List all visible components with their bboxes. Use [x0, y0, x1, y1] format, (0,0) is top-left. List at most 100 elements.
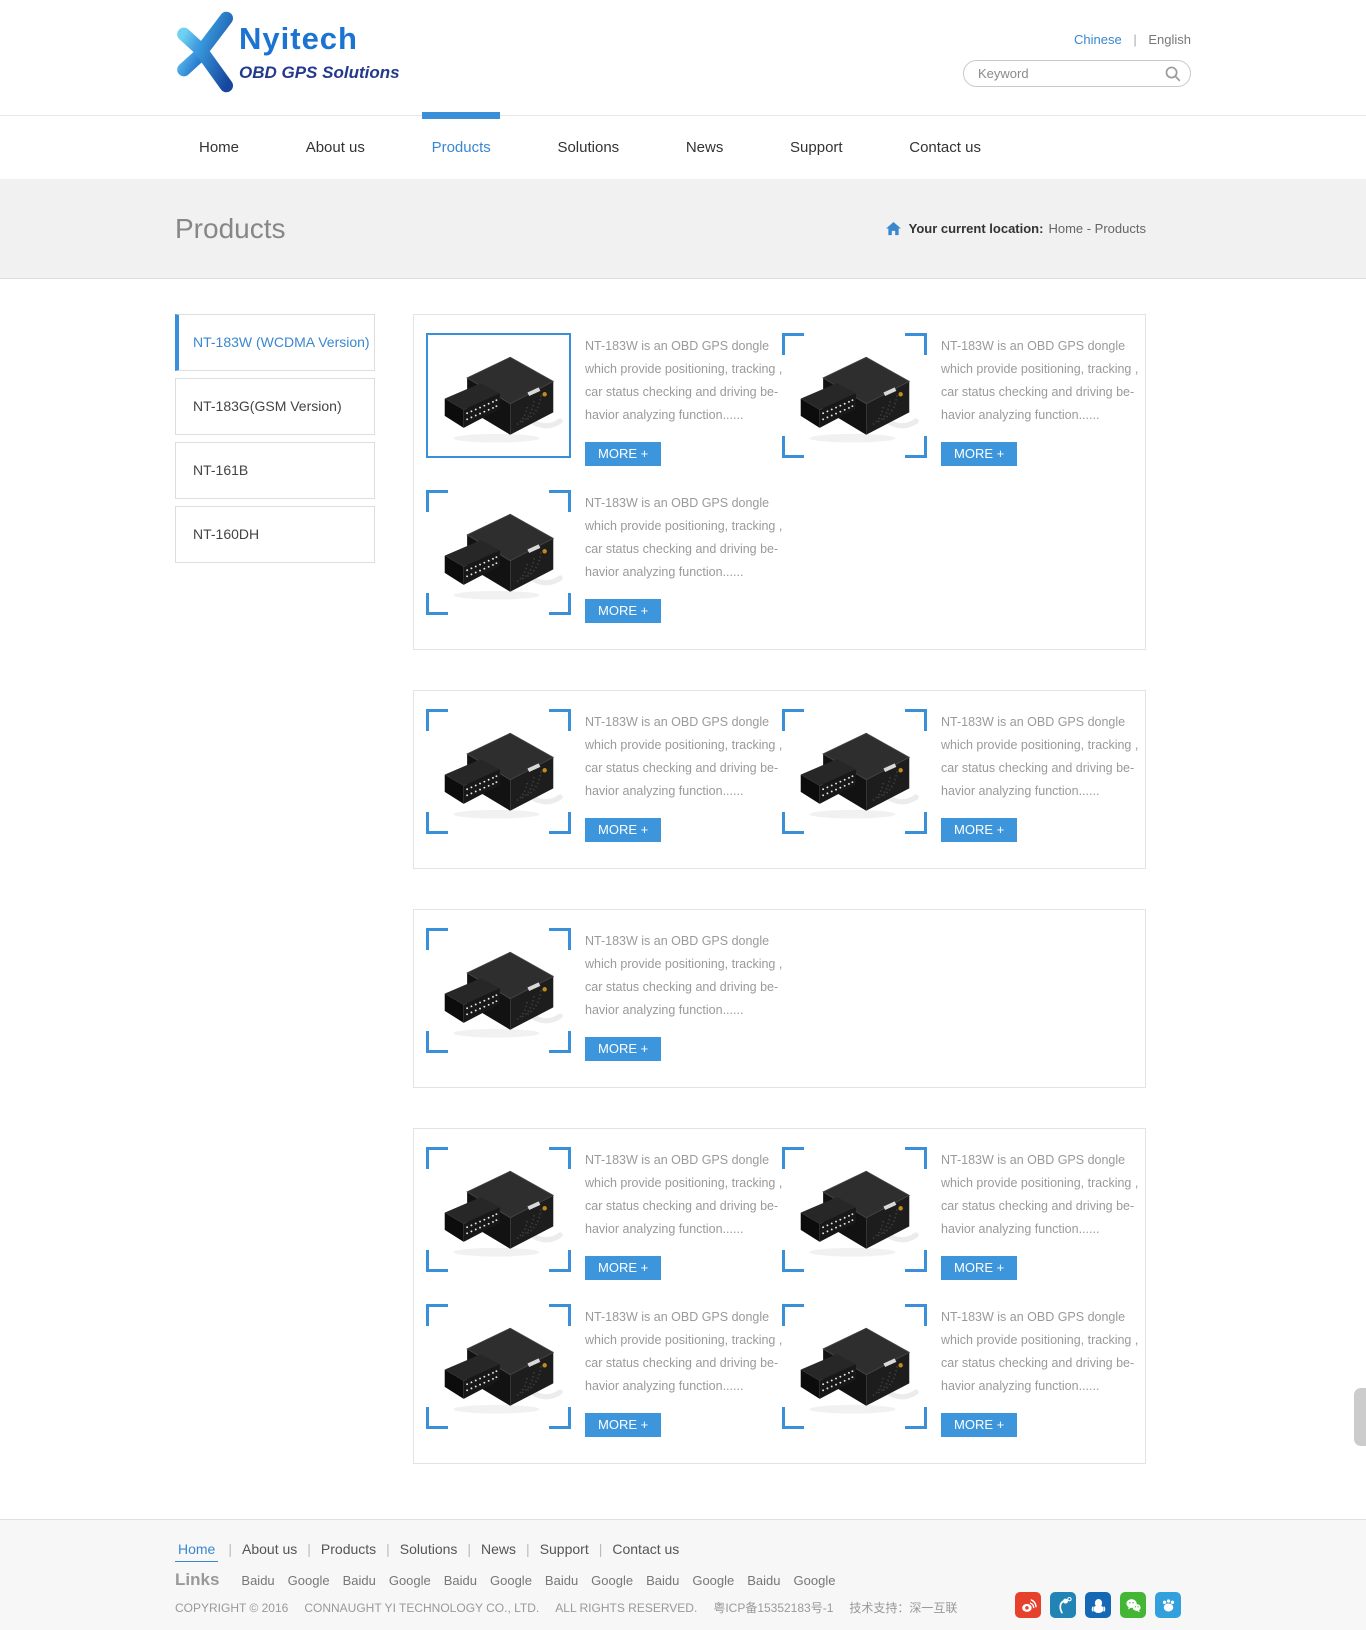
product-section: NT-183W is an OBD GPS dongle which provi… — [413, 1128, 1146, 1464]
nav-item-products[interactable]: Products — [426, 116, 497, 180]
footer-nav-news[interactable]: News — [481, 1541, 516, 1557]
tech-support[interactable]: 技术支持：深一互联 — [849, 1601, 957, 1615]
product-info: NT-183W is an OBD GPS dongle which provi… — [585, 1147, 782, 1280]
footer-nav-products[interactable]: Products — [321, 1541, 376, 1557]
breadcrumb: Your current location: Home - Products — [886, 221, 1146, 236]
tencent-weibo-icon[interactable] — [1050, 1592, 1076, 1618]
product-card: NT-183W is an OBD GPS dongle which provi… — [782, 709, 1138, 842]
product-card: NT-183W is an OBD GPS dongle which provi… — [782, 1304, 1138, 1437]
qq-icon[interactable] — [1085, 1592, 1111, 1618]
footer-link[interactable]: Google — [288, 1573, 330, 1588]
more-button[interactable]: MORE + — [941, 442, 1017, 466]
product-list: NT-183W is an OBD GPS dongle which provi… — [413, 314, 1146, 1504]
product-image[interactable] — [426, 1147, 571, 1272]
sidebar-item-nt-183g[interactable]: NT-183G(GSM Version) — [175, 378, 375, 435]
more-button[interactable]: MORE + — [585, 442, 661, 466]
search-icon[interactable] — [1164, 65, 1181, 82]
header-right: Chinese | English — [963, 8, 1191, 96]
footer-link[interactable]: Google — [591, 1573, 633, 1588]
more-button[interactable]: MORE + — [585, 599, 661, 623]
footer-link[interactable]: Baidu — [444, 1573, 477, 1588]
footer-nav-solutions[interactable]: Solutions — [400, 1541, 458, 1557]
lang-english-link[interactable]: English — [1148, 32, 1191, 47]
product-description: NT-183W is an OBD GPS dongle which provi… — [941, 1306, 1138, 1398]
product-image[interactable] — [426, 490, 571, 615]
product-image[interactable] — [782, 709, 927, 834]
logo[interactable]: Nyitech OBD GPS Solutions — [175, 8, 400, 96]
product-image[interactable] — [426, 928, 571, 1053]
product-card: NT-183W is an OBD GPS dongle which provi… — [426, 1147, 782, 1280]
footer-nav-separator: | — [228, 1541, 232, 1557]
sidebar-item-nt-183w[interactable]: NT-183W (WCDMA Version) — [175, 314, 375, 371]
footer-nav-separator: | — [467, 1541, 471, 1557]
footer-link[interactable]: Baidu — [545, 1573, 578, 1588]
sidebar-item-nt-161b[interactable]: NT-161B — [175, 442, 375, 499]
product-info: NT-183W is an OBD GPS dongle which provi… — [941, 1147, 1138, 1280]
breadcrumb-path[interactable]: Home - Products — [1048, 221, 1146, 236]
product-image[interactable] — [426, 333, 571, 458]
product-card: NT-183W is an OBD GPS dongle which provi… — [426, 1304, 782, 1437]
nav-item-home[interactable]: Home — [193, 116, 245, 180]
wechat-icon[interactable] — [1120, 1592, 1146, 1618]
main-content: NT-183W (WCDMA Version) NT-183G(GSM Vers… — [0, 279, 1366, 1519]
nav-item-contact-us[interactable]: Contact us — [903, 116, 987, 180]
nav-item-solutions[interactable]: Solutions — [551, 116, 625, 180]
footer-link[interactable]: Baidu — [747, 1573, 780, 1588]
more-button[interactable]: MORE + — [941, 1413, 1017, 1437]
sidebar: NT-183W (WCDMA Version) NT-183G(GSM Vers… — [175, 314, 375, 570]
product-description: NT-183W is an OBD GPS dongle which provi… — [585, 930, 782, 1022]
footer-link[interactable]: Google — [389, 1573, 431, 1588]
main-nav: Home About us Products Solutions News Su… — [0, 115, 1366, 179]
product-image[interactable] — [426, 1304, 571, 1429]
obd-dongle-image — [789, 340, 921, 452]
more-button[interactable]: MORE + — [585, 1413, 661, 1437]
footer-link[interactable]: Baidu — [343, 1573, 376, 1588]
footer-nav-contact-us[interactable]: Contact us — [612, 1541, 679, 1557]
product-card: NT-183W is an OBD GPS dongle which provi… — [782, 1147, 1138, 1280]
footer-nav-separator: | — [526, 1541, 530, 1557]
more-button[interactable]: MORE + — [585, 818, 661, 842]
obd-dongle-image — [789, 1311, 921, 1423]
product-info: NT-183W is an OBD GPS dongle which provi… — [585, 333, 782, 466]
obd-dongle-image — [433, 1311, 565, 1423]
product-image[interactable] — [782, 1304, 927, 1429]
scroll-top-tab[interactable] — [1354, 1388, 1366, 1446]
footer-nav-support[interactable]: Support — [540, 1541, 589, 1557]
footer-nav-about-us[interactable]: About us — [242, 1541, 297, 1557]
product-info: NT-183W is an OBD GPS dongle which provi… — [585, 1304, 782, 1437]
nav-item-about-us[interactable]: About us — [300, 116, 371, 180]
product-card: NT-183W is an OBD GPS dongle which provi… — [426, 928, 782, 1061]
search-input[interactable] — [978, 66, 1164, 81]
more-button[interactable]: MORE + — [941, 818, 1017, 842]
lang-chinese-link[interactable]: Chinese — [1074, 32, 1122, 47]
product-image[interactable] — [782, 1147, 927, 1272]
nav-item-support[interactable]: Support — [784, 116, 849, 180]
obd-dongle-image — [789, 1154, 921, 1266]
product-description: NT-183W is an OBD GPS dongle which provi… — [585, 335, 782, 427]
social-icons — [1006, 1592, 1181, 1618]
footer-link[interactable]: Google — [692, 1573, 734, 1588]
footer-link[interactable]: Google — [490, 1573, 532, 1588]
footer-nav-separator: | — [599, 1541, 603, 1557]
more-button[interactable]: MORE + — [585, 1037, 661, 1061]
footer-link[interactable]: Google — [794, 1573, 836, 1588]
home-icon[interactable] — [886, 222, 901, 236]
product-description: NT-183W is an OBD GPS dongle which provi… — [585, 492, 782, 584]
product-image[interactable] — [782, 333, 927, 458]
more-button[interactable]: MORE + — [941, 1256, 1017, 1280]
icp-number[interactable]: 粤ICP备15352183号-1 — [713, 1601, 833, 1615]
product-card: NT-183W is an OBD GPS dongle which provi… — [426, 333, 782, 466]
weibo-icon[interactable] — [1015, 1592, 1041, 1618]
product-image[interactable] — [426, 709, 571, 834]
footer-link[interactable]: Baidu — [241, 1573, 274, 1588]
product-section: NT-183W is an OBD GPS dongle which provi… — [413, 690, 1146, 869]
nav-item-news[interactable]: News — [680, 116, 730, 180]
more-button[interactable]: MORE + — [585, 1256, 661, 1280]
footer-nav-home[interactable]: Home — [175, 1541, 218, 1562]
product-card: NT-183W is an OBD GPS dongle which provi… — [782, 333, 1138, 466]
baidu-tieba-icon[interactable] — [1155, 1592, 1181, 1618]
sidebar-item-nt-160dh[interactable]: NT-160DH — [175, 506, 375, 563]
footer-link[interactable]: Baidu — [646, 1573, 679, 1588]
copyright-rights: ALL RIGHTS RESERVED. — [555, 1601, 697, 1615]
obd-dongle-image — [433, 1154, 565, 1266]
